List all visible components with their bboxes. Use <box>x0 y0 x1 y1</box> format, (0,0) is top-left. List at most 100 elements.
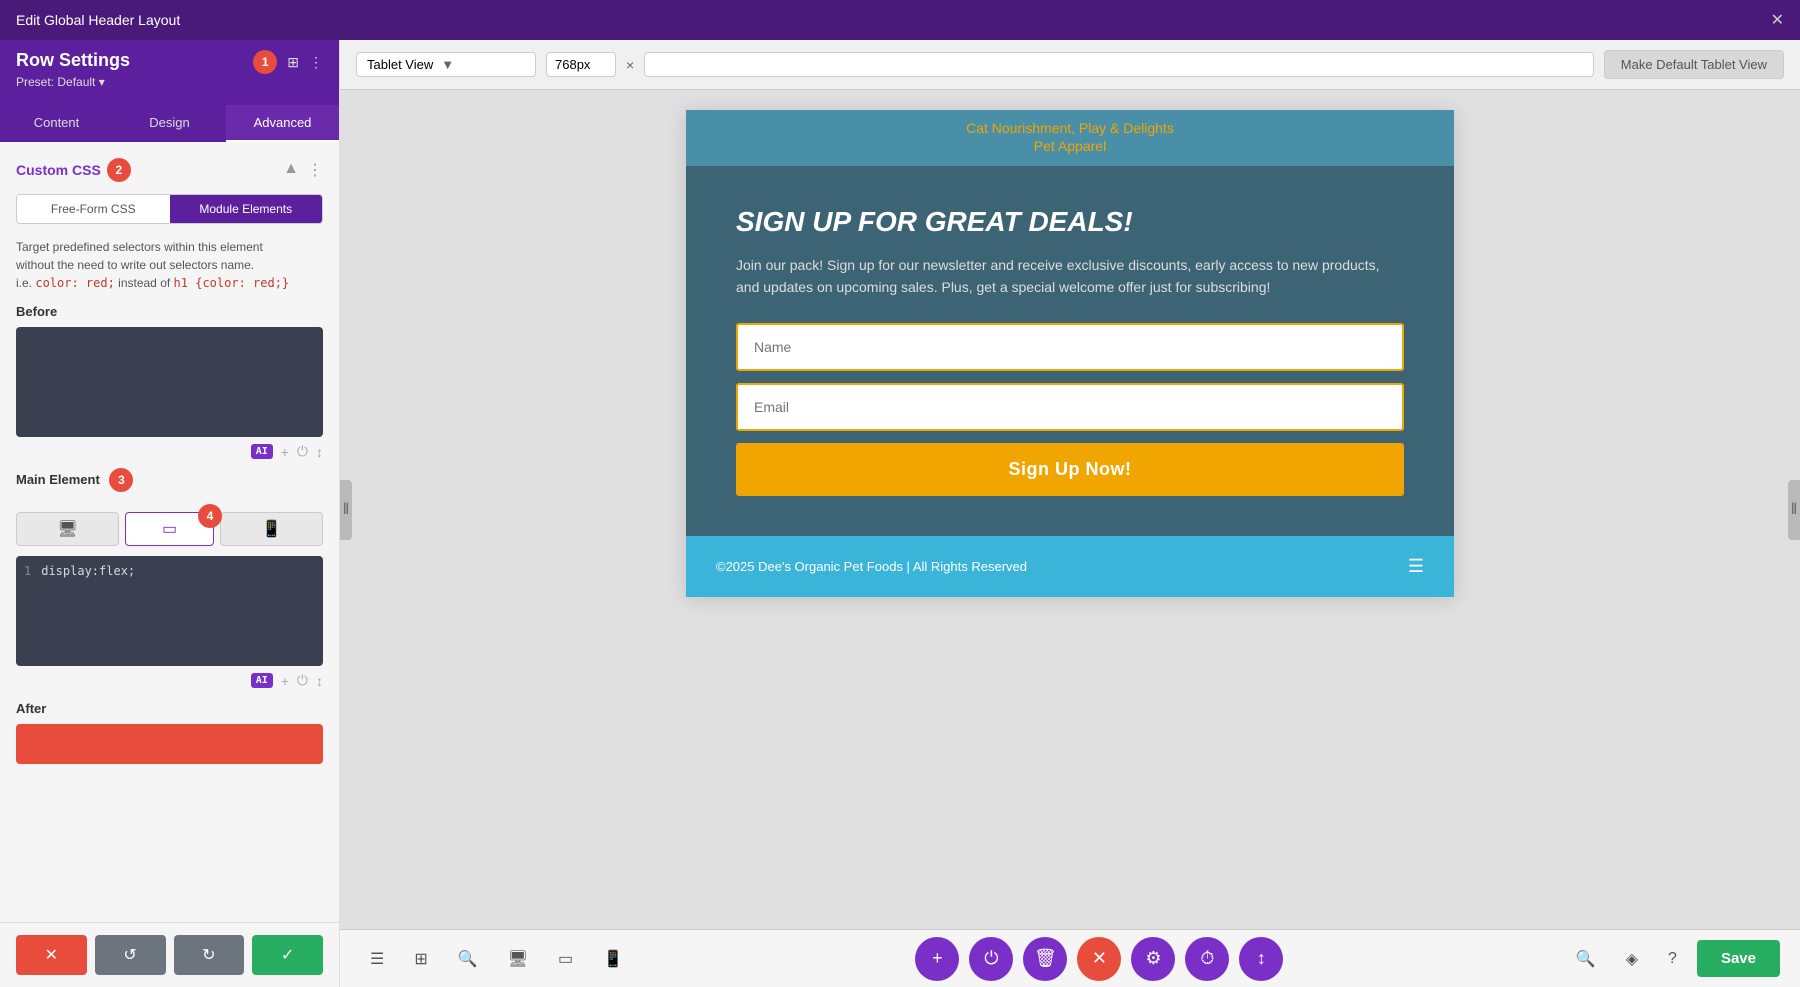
nav-link-1[interactable]: Cat Nourishment, Play & Delights <box>966 120 1174 136</box>
power-main-btn[interactable]: ⏻ <box>297 672 308 689</box>
desktop-tool-btn[interactable]: 🖥 <box>498 943 538 975</box>
step-badge-2: 2 <box>107 158 131 182</box>
code-example-1: color: red; <box>35 276 114 290</box>
step-badge-3: 3 <box>109 468 133 492</box>
css-description: Target predefined selectors within this … <box>16 238 323 292</box>
right-panel: Tablet View ▼ × Make Default Tablet View… <box>340 40 1800 987</box>
signup-description: Join our pack! Sign up for our newslette… <box>736 254 1404 299</box>
more-options-icon[interactable]: ⋮ <box>307 160 323 180</box>
code-example-2: h1 {color: red;} <box>174 276 290 290</box>
add-circle-btn[interactable]: + <box>915 937 959 981</box>
history-circle-btn[interactable]: ⏱ <box>1185 937 1229 981</box>
signup-section: SIGN UP FOR GREAT DEALS! Join our pack! … <box>686 166 1454 536</box>
clear-px-btn[interactable]: × <box>626 57 634 73</box>
sort-main-btn[interactable]: ↕ <box>316 673 323 689</box>
menu-tool-btn[interactable]: ☰ <box>360 943 394 975</box>
row-settings-preset[interactable]: Preset: Default ▾ <box>16 75 130 89</box>
close-circle-btn[interactable]: ✕ <box>1077 937 1121 981</box>
power-before-btn[interactable]: ⏻ <box>297 443 308 460</box>
bottom-right-tools: 🔍 ◈ ? Save <box>1566 940 1780 977</box>
more-icon[interactable]: ⋮ <box>309 54 323 71</box>
signup-button[interactable]: Sign Up Now! <box>736 443 1404 496</box>
left-panel: Row Settings Preset: Default ▾ 1 ⊞ ⋮ Con… <box>0 40 340 987</box>
website-preview: Cat Nourishment, Play & Delights Pet App… <box>686 110 1454 597</box>
panel-tabs: Content Design Advanced <box>0 105 339 142</box>
step-badge-4: 4 <box>198 504 222 528</box>
footer-menu-icon[interactable]: ☰ <box>1408 556 1424 577</box>
sort-before-btn[interactable]: ↕ <box>316 444 323 460</box>
sort-circle-btn[interactable]: ↕ <box>1239 937 1283 981</box>
header-actions: 1 ⊞ ⋮ <box>247 50 323 74</box>
undo-button[interactable]: ↺ <box>95 935 166 975</box>
footer-section: ©2025 Dee's Organic Pet Foods | All Righ… <box>686 536 1454 597</box>
tab-advanced[interactable]: Advanced <box>226 105 339 142</box>
settings-circle-btn[interactable]: ⚙ <box>1131 937 1175 981</box>
main-layout: Row Settings Preset: Default ▾ 1 ⊞ ⋮ Con… <box>0 40 1800 987</box>
panel-bottom: ✕ ↺ ↻ ✓ <box>0 922 339 987</box>
title-bar-text: Edit Global Header Layout <box>16 12 180 28</box>
main-element-section: Main Element 3 🖥 ▭ 4 📱 1 display:flex <box>16 468 323 689</box>
footer-text: ©2025 Dee's Organic Pet Foods | All Righ… <box>716 557 1027 577</box>
cancel-button[interactable]: ✕ <box>16 935 87 975</box>
bottom-center-tools: + ⏻ 🗑 ✕ ⚙ ⏱ ↕ <box>915 937 1283 981</box>
main-element-code: display:flex; <box>41 564 135 578</box>
mobile-device-btn[interactable]: 📱 <box>220 512 323 546</box>
email-input[interactable] <box>736 383 1404 431</box>
settings-icon[interactable]: ⊞ <box>287 54 299 71</box>
css-tabs: Free-Form CSS Module Elements <box>16 194 323 224</box>
nav-links: Cat Nourishment, Play & Delights Pet App… <box>686 110 1454 166</box>
resize-handle-left[interactable]: ‖ <box>340 480 352 540</box>
search-tool-btn[interactable]: 🔍 <box>448 943 488 975</box>
save-main-button[interactable]: Save <box>1697 940 1780 977</box>
view-select-arrow: ▼ <box>441 57 454 72</box>
resize-handle-right[interactable]: ‖ <box>1788 480 1800 540</box>
grid-tool-btn[interactable]: ⊞ <box>404 943 437 975</box>
layers-tool-btn[interactable]: ◈ <box>1616 943 1648 975</box>
add-main-btn[interactable]: + <box>281 673 289 689</box>
save-panel-button[interactable]: ✓ <box>252 935 323 975</box>
main-element-editor-actions: AI + ⏻ ↕ <box>16 672 323 689</box>
css-tab-freeform[interactable]: Free-Form CSS <box>17 195 170 223</box>
redo-button[interactable]: ↻ <box>174 935 245 975</box>
step-badge-1: 1 <box>253 50 277 74</box>
preview-toolbar: Tablet View ▼ × Make Default Tablet View <box>340 40 1800 90</box>
preview-canvas: ‖ ‖ Cat Nourishment, Play & Delights Pet… <box>340 90 1800 929</box>
delete-circle-btn[interactable]: 🗑 <box>1023 937 1067 981</box>
help-tool-btn[interactable]: ? <box>1658 944 1687 974</box>
power-circle-btn[interactable]: ⏻ <box>969 937 1013 981</box>
row-settings-title: Row Settings <box>16 50 130 71</box>
ai-badge-before[interactable]: AI <box>251 444 273 459</box>
signup-heading: SIGN UP FOR GREAT DEALS! <box>736 206 1404 238</box>
panel-content: Custom CSS 2 ▲ ⋮ Free-Form CSS Module El… <box>0 142 339 922</box>
main-element-label: Main Element 3 <box>16 468 133 492</box>
mobile-tool-btn[interactable]: 📱 <box>593 943 633 975</box>
custom-css-title: Custom CSS 2 <box>16 158 131 182</box>
px-input[interactable] <box>546 52 616 77</box>
px-input-2[interactable] <box>644 52 1594 77</box>
make-default-btn[interactable]: Make Default Tablet View <box>1604 50 1784 79</box>
tab-design[interactable]: Design <box>113 105 226 142</box>
nav-link-2[interactable]: Pet Apparel <box>1034 138 1106 154</box>
bottom-left-tools: ☰ ⊞ 🔍 🖥 ▭ 📱 <box>360 943 633 975</box>
tablet-tool-btn[interactable]: ▭ <box>548 943 583 975</box>
after-label: After <box>16 701 323 716</box>
title-bar: Edit Global Header Layout ✕ <box>0 0 1800 40</box>
close-icon[interactable]: ✕ <box>1771 10 1784 30</box>
add-before-btn[interactable]: + <box>281 444 289 460</box>
desktop-device-btn[interactable]: 🖥 <box>16 512 119 546</box>
bottom-toolbar: ☰ ⊞ 🔍 🖥 ▭ 📱 + ⏻ 🗑 ✕ ⚙ ⏱ ↕ 🔍 ◈ ? Save <box>340 929 1800 987</box>
main-element-editor[interactable]: 1 display:flex; <box>16 556 323 666</box>
before-editor[interactable] <box>16 327 323 437</box>
before-label: Before <box>16 304 323 319</box>
search2-tool-btn[interactable]: 🔍 <box>1566 943 1606 975</box>
main-element-header: Main Element 3 <box>16 468 323 500</box>
name-input[interactable] <box>736 323 1404 371</box>
custom-css-header: Custom CSS 2 ▲ ⋮ <box>16 158 323 182</box>
tab-content[interactable]: Content <box>0 105 113 142</box>
css-tab-module[interactable]: Module Elements <box>170 195 323 223</box>
after-editor[interactable] <box>16 724 323 764</box>
view-select[interactable]: Tablet View ▼ <box>356 52 536 77</box>
ai-badge-main[interactable]: AI <box>251 673 273 688</box>
collapse-icon[interactable]: ▲ <box>283 160 299 180</box>
device-selector: 🖥 ▭ 4 📱 <box>16 512 323 546</box>
